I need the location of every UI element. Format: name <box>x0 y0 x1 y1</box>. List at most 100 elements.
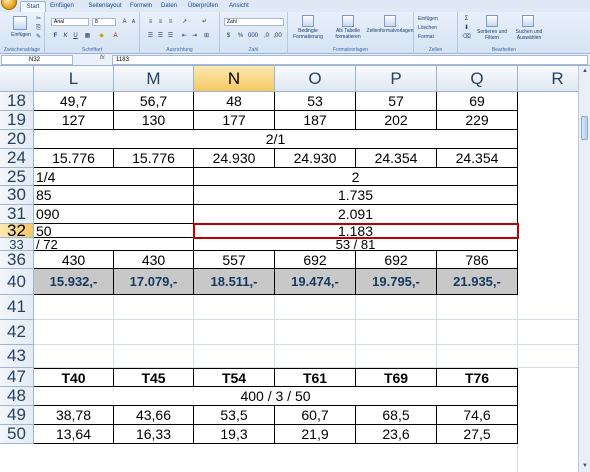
row-header-49[interactable]: 49 <box>0 405 34 425</box>
tab-page-layout[interactable]: Seitenlayout <box>84 1 126 12</box>
cell-M24[interactable]: 15.776 <box>114 149 194 168</box>
cell-L24[interactable]: 15.776 <box>34 149 114 168</box>
row-header-47[interactable]: 47 <box>0 367 34 387</box>
cell-O49[interactable]: 60,7 <box>275 406 356 425</box>
align-bottom-icon[interactable]: ≡ <box>166 18 175 26</box>
shrink-font-icon[interactable]: A <box>129 18 138 26</box>
office-button[interactable] <box>1 0 17 10</box>
decrease-decimal-icon[interactable]: ,00 <box>273 32 282 40</box>
conditional-format-button[interactable]: Bedingte Formatierung <box>288 28 328 40</box>
number-format-select[interactable]: Zahl <box>224 18 284 26</box>
cell-N19[interactable]: 177 <box>194 111 275 130</box>
cell-P47[interactable]: T69 <box>356 368 437 387</box>
copy-icon[interactable]: ⎘ <box>34 24 43 32</box>
grow-font-icon[interactable]: A <box>120 18 129 26</box>
decrease-indent-icon[interactable]: ⇤ <box>180 32 189 40</box>
cell-N47[interactable]: T54 <box>194 368 275 387</box>
cell-O50[interactable]: 21,9 <box>275 425 356 444</box>
cell-M47[interactable]: T45 <box>114 368 194 387</box>
cell-merged-L30[interactable]: 85 <box>34 186 194 205</box>
cell-P49[interactable]: 68,5 <box>356 406 437 425</box>
tab-view[interactable]: Ansicht <box>226 1 252 12</box>
cell-M36[interactable]: 430 <box>114 251 194 269</box>
row-header-43[interactable]: 43 <box>0 345 34 368</box>
scroll-down-icon[interactable]: ▼ <box>581 462 589 470</box>
col-header-L[interactable]: L <box>34 66 114 92</box>
cell-styles-icon[interactable] <box>384 15 396 27</box>
cell-Q19[interactable]: 229 <box>437 111 518 130</box>
cell-N40[interactable]: 18.511,- <box>194 269 275 295</box>
row-header-18[interactable]: 18 <box>0 91 34 111</box>
scroll-up-icon[interactable]: ▲ <box>581 67 589 75</box>
col-header-Q[interactable]: Q <box>437 66 518 92</box>
delete-cells-button[interactable]: Löschen <box>418 25 454 31</box>
col-header-M[interactable]: M <box>114 66 194 92</box>
cut-icon[interactable]: ✂ <box>34 15 43 23</box>
cell-L49[interactable]: 38,78 <box>34 406 114 425</box>
cell-merged-N32[interactable]: 1.183 <box>194 224 518 238</box>
format-as-table-icon[interactable] <box>342 15 354 27</box>
cell-M40[interactable]: 17.079,- <box>114 269 194 295</box>
cell-N24[interactable]: 24.930 <box>194 149 275 168</box>
cell-O18[interactable]: 53 <box>275 92 356 111</box>
sort-filter-button[interactable]: Sortieren und Filtern <box>474 29 510 41</box>
cell-L47[interactable]: T40 <box>34 368 114 387</box>
currency-icon[interactable]: $ <box>224 32 233 40</box>
col-header-P[interactable]: P <box>356 66 437 92</box>
cell-styles-button[interactable]: Zellenformatvorlagen <box>366 28 414 34</box>
fx-icon[interactable]: fx <box>100 55 105 61</box>
row-header-25[interactable]: 25 <box>0 167 34 186</box>
format-as-table-button[interactable]: Als Tabelle formatieren <box>330 28 366 40</box>
cell-merged-L31[interactable]: 090 <box>34 205 194 224</box>
cell-P19[interactable]: 202 <box>356 111 437 130</box>
cell-L36[interactable]: 430 <box>34 251 114 269</box>
cell-P40[interactable]: 19.795,- <box>356 269 437 295</box>
orientation-icon[interactable]: ↗ <box>180 18 189 26</box>
cell-M50[interactable]: 16,33 <box>114 425 194 444</box>
row-header-19[interactable]: 19 <box>0 110 34 130</box>
row-header-20[interactable]: 20 <box>0 129 34 149</box>
cell-merged-N25[interactable]: 2 <box>194 168 518 186</box>
clear-icon[interactable]: ⌫ <box>462 33 471 41</box>
cell-merged-row48[interactable]: 400 / 3 / 50 <box>34 387 518 406</box>
cell-Q50[interactable]: 27,5 <box>437 425 518 444</box>
thousands-icon[interactable]: 000 <box>248 32 258 40</box>
cell-merged-N30[interactable]: 1.735 <box>194 186 518 205</box>
row-header-24[interactable]: 24 <box>0 148 34 168</box>
name-box[interactable]: N32 <box>1 55 73 65</box>
cell-Q24[interactable]: 24.354 <box>437 149 518 168</box>
align-center-icon[interactable]: ☰ <box>156 32 165 40</box>
find-select-button[interactable]: Suchen und Auswählen <box>510 29 548 41</box>
autosum-icon[interactable]: Σ <box>462 15 471 23</box>
cell-L50[interactable]: 13,64 <box>34 425 114 444</box>
cell-Q36[interactable]: 786 <box>437 251 518 269</box>
increase-decimal-icon[interactable]: ,0 <box>262 32 271 40</box>
borders-icon[interactable]: ▦ <box>83 32 92 40</box>
cell-L19[interactable]: 127 <box>34 111 114 130</box>
increase-indent-icon[interactable]: ⇥ <box>190 32 199 40</box>
conditional-format-icon[interactable] <box>302 15 314 27</box>
tab-data[interactable]: Daten <box>158 1 180 12</box>
cell-merged-L25[interactable]: 1/4 <box>34 168 194 186</box>
merge-center-icon[interactable]: ⊞ <box>202 32 211 40</box>
cell-merged-L32[interactable]: 50 <box>34 224 194 238</box>
align-right-icon[interactable]: ☰ <box>166 32 175 40</box>
row-header-36[interactable]: 36 <box>0 250 34 269</box>
vertical-scrollbar[interactable]: ▲ ▼ <box>578 66 590 472</box>
cell-merged-N33[interactable]: 53 / 81 <box>194 238 518 251</box>
cell-P50[interactable]: 23,6 <box>356 425 437 444</box>
cell-P18[interactable]: 57 <box>356 92 437 111</box>
col-header-R[interactable]: R <box>518 66 578 92</box>
row-header-40[interactable]: 40 <box>0 269 34 295</box>
scroll-thumb[interactable] <box>581 116 588 140</box>
tab-review[interactable]: Überprüfen <box>186 1 220 12</box>
insert-cells-button[interactable]: Einfügen <box>418 16 454 22</box>
find-select-icon[interactable] <box>522 15 534 27</box>
cell-O40[interactable]: 19.474,- <box>275 269 356 295</box>
align-middle-icon[interactable]: ≡ <box>156 18 165 26</box>
fill-icon[interactable]: ⬇ <box>462 24 471 32</box>
align-left-icon[interactable]: ☰ <box>146 32 155 40</box>
cell-N18[interactable]: 48 <box>194 92 275 111</box>
paste-icon[interactable] <box>13 16 27 30</box>
tab-insert[interactable]: Einfügen <box>48 1 76 12</box>
